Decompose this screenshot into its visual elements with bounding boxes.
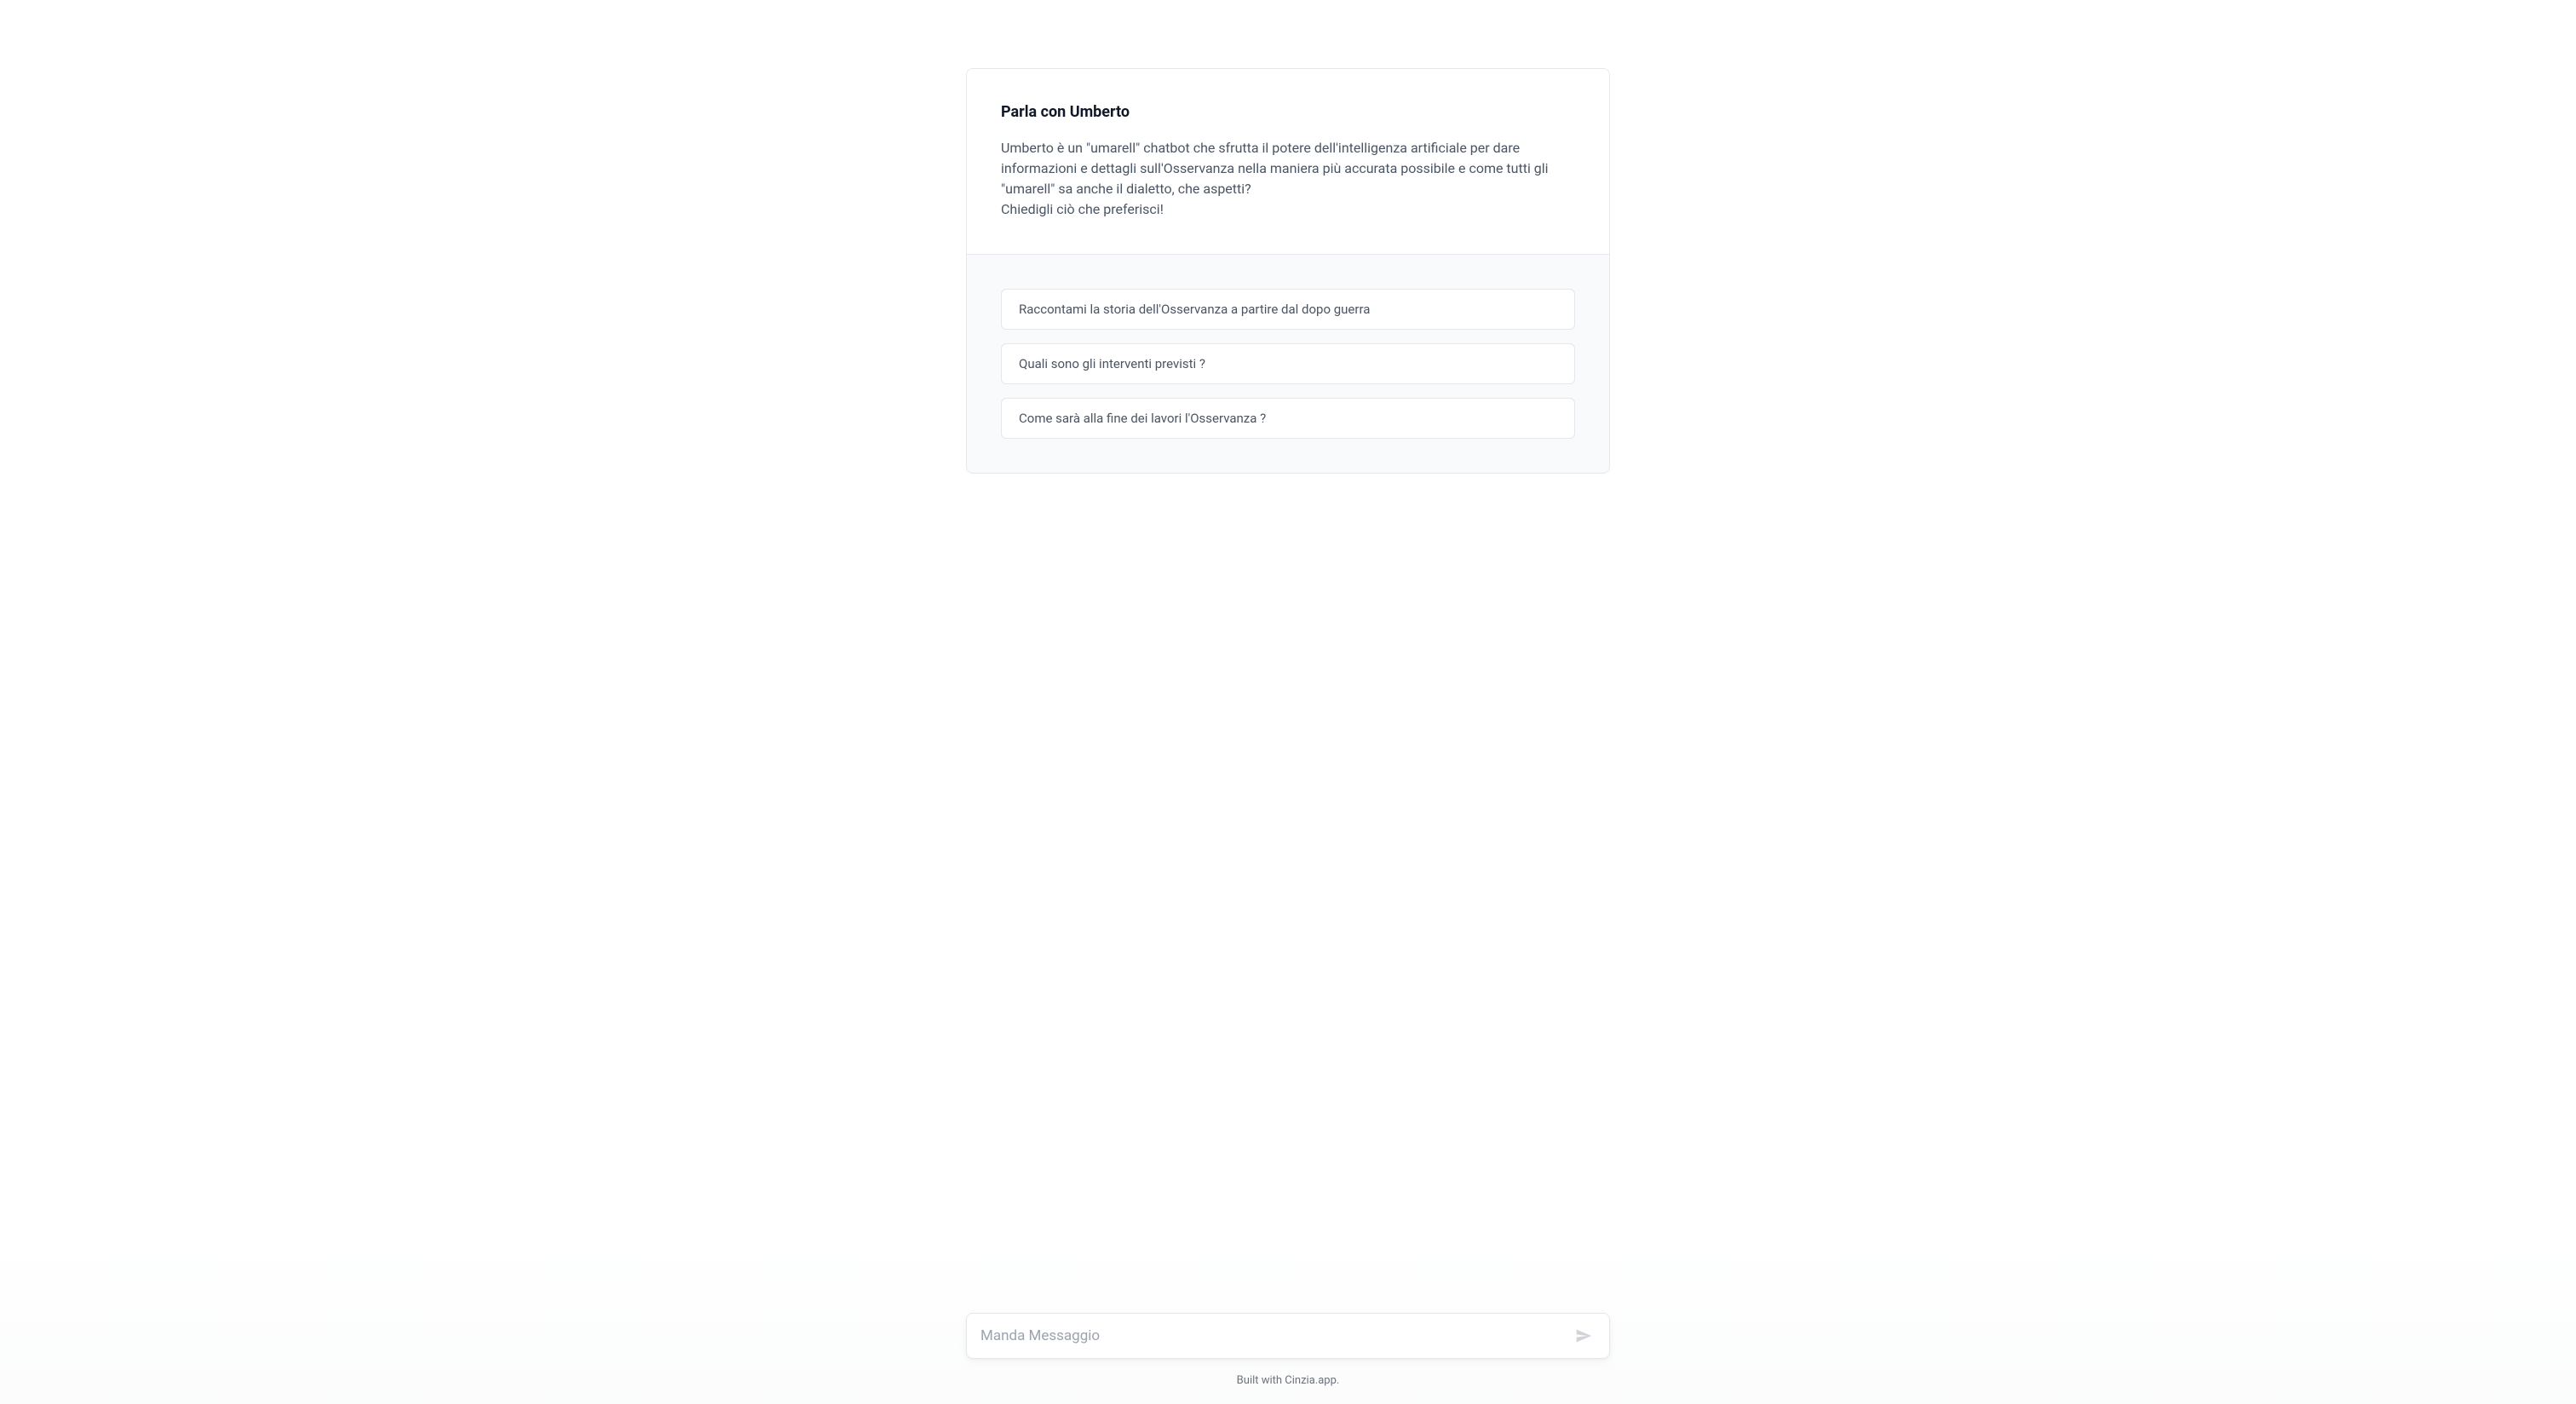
header-section: Parla con Umberto Umberto è un "umarell"…: [967, 69, 1609, 254]
chat-description: Umberto è un "umarell" chatbot che sfrut…: [1001, 138, 1575, 220]
suggestion-button-0[interactable]: Raccontami la storia dell'Osservanza a p…: [1001, 289, 1575, 330]
send-button[interactable]: [1572, 1324, 1596, 1348]
input-area: Built with Cinzia.app.: [966, 1313, 1610, 1387]
input-wrapper: [966, 1313, 1610, 1359]
description-line-2: Chiedigli ciò che preferisci!: [1001, 201, 1164, 217]
description-line-1: Umberto è un "umarell" chatbot che sfrut…: [1001, 140, 1549, 197]
chat-card: Parla con Umberto Umberto è un "umarell"…: [966, 68, 1610, 474]
suggestions-section: Raccontami la storia dell'Osservanza a p…: [967, 254, 1609, 473]
suggestion-button-1[interactable]: Quali sono gli interventi previsti ?: [1001, 343, 1575, 384]
chat-title: Parla con Umberto: [1001, 103, 1575, 121]
footer-credit: Built with Cinzia.app.: [966, 1374, 1610, 1387]
suggestion-button-2[interactable]: Come sarà alla fine dei lavori l'Osserva…: [1001, 398, 1575, 439]
send-icon: [1575, 1327, 1592, 1344]
message-input[interactable]: [980, 1322, 1572, 1349]
